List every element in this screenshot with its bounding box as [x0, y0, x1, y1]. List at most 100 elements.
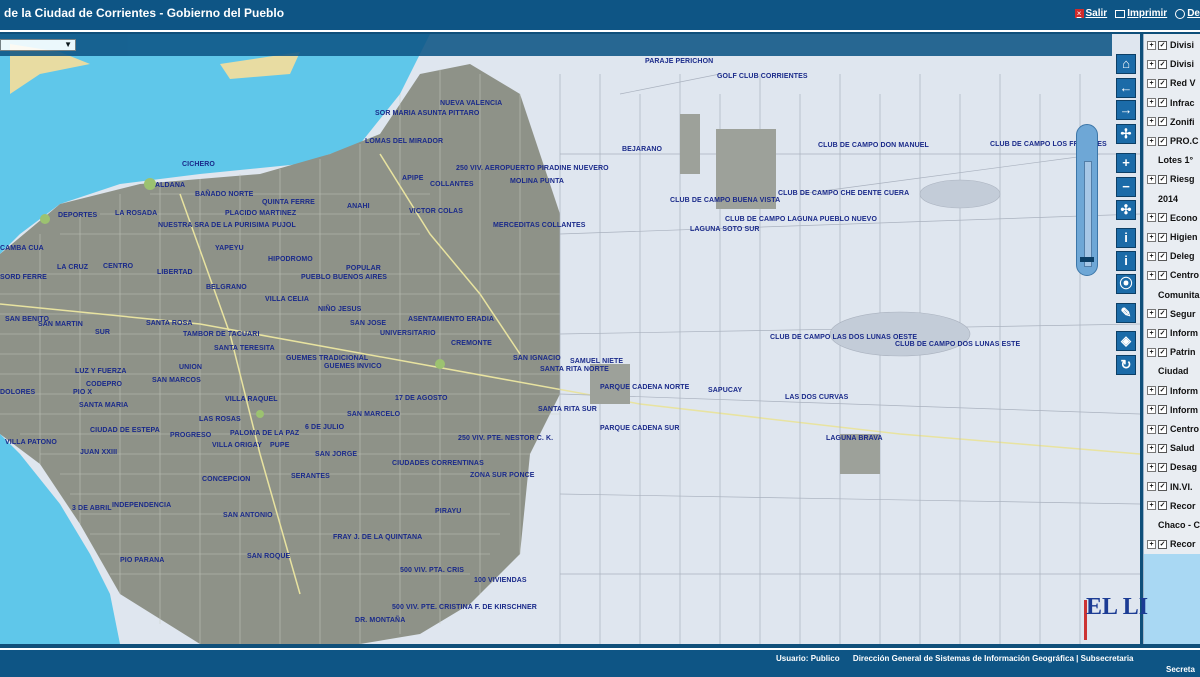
- extra-link[interactable]: De: [1175, 8, 1200, 19]
- expand-icon[interactable]: +: [1147, 405, 1156, 414]
- layer-checkbox[interactable]: ✓: [1158, 79, 1167, 88]
- zoom-in-button[interactable]: +: [1116, 153, 1136, 173]
- expand-icon[interactable]: +: [1147, 329, 1156, 338]
- expand-icon[interactable]: +: [1147, 98, 1156, 107]
- layer-checkbox[interactable]: ✓: [1158, 463, 1167, 472]
- expand-icon[interactable]: +: [1147, 309, 1156, 318]
- layer-checkbox[interactable]: ✓: [1158, 501, 1167, 510]
- info-button[interactable]: i: [1116, 228, 1136, 248]
- layer-item[interactable]: 2014: [1144, 192, 1178, 206]
- layer-select[interactable]: ▼: [0, 39, 76, 51]
- expand-icon[interactable]: +: [1147, 482, 1156, 491]
- layer-item[interactable]: +✓Red V: [1144, 76, 1196, 90]
- layer-checkbox[interactable]: ✓: [1158, 233, 1167, 242]
- expand-icon[interactable]: +: [1147, 60, 1156, 69]
- layer-checkbox[interactable]: ✓: [1158, 309, 1167, 318]
- expand-icon[interactable]: +: [1147, 348, 1156, 357]
- layer-item[interactable]: +✓IN.VI.: [1144, 480, 1193, 494]
- layer-item[interactable]: +✓Deleg: [1144, 249, 1195, 263]
- expand-icon[interactable]: +: [1147, 444, 1156, 453]
- layer-item[interactable]: +✓Desag: [1144, 460, 1197, 474]
- expand-icon[interactable]: +: [1147, 41, 1156, 50]
- zoom-out-button[interactable]: −: [1116, 177, 1136, 197]
- layer-item[interactable]: +✓Recor: [1144, 499, 1196, 513]
- fullextent-button[interactable]: ✢: [1116, 124, 1136, 144]
- layer-checkbox[interactable]: ✓: [1158, 175, 1167, 184]
- layer-item[interactable]: +✓Divisi: [1144, 57, 1194, 71]
- layer-checkbox[interactable]: ✓: [1158, 405, 1167, 414]
- forward-button[interactable]: →: [1116, 100, 1136, 120]
- expand-icon[interactable]: +: [1147, 386, 1156, 395]
- expand-icon[interactable]: +: [1147, 252, 1156, 261]
- layer-checkbox[interactable]: ✓: [1158, 386, 1167, 395]
- refresh-button[interactable]: ↻: [1116, 355, 1136, 375]
- layer-item[interactable]: +✓Inform: [1144, 326, 1198, 340]
- paint-button[interactable]: ◈: [1116, 331, 1136, 351]
- expand-icon[interactable]: +: [1147, 117, 1156, 126]
- zoom-out-icon: −: [1122, 179, 1130, 194]
- layer-checkbox[interactable]: ✓: [1158, 117, 1167, 126]
- expand-icon[interactable]: +: [1147, 213, 1156, 222]
- layer-item[interactable]: +✓PRO.C: [1144, 134, 1199, 148]
- zoom-thumb[interactable]: [1080, 257, 1094, 262]
- clock-button[interactable]: ⦿: [1116, 274, 1136, 294]
- map-label: VICTOR COLAS: [409, 208, 463, 215]
- map-label: PROGRESO: [170, 432, 211, 439]
- layer-item[interactable]: +✓Centro: [1144, 268, 1199, 282]
- layer-checkbox[interactable]: ✓: [1158, 252, 1167, 261]
- expand-icon[interactable]: +: [1147, 137, 1156, 146]
- overview-map[interactable]: [1144, 554, 1200, 644]
- layer-checkbox[interactable]: ✓: [1158, 540, 1167, 549]
- expand-icon[interactable]: +: [1147, 425, 1156, 434]
- measure-button[interactable]: ✎: [1116, 303, 1136, 323]
- layer-item[interactable]: +✓Inform: [1144, 384, 1198, 398]
- layer-item[interactable]: +✓Higien: [1144, 230, 1198, 244]
- expand-icon[interactable]: +: [1147, 540, 1156, 549]
- map-label: PLACIDO MARTINEZ: [225, 210, 296, 217]
- layer-item[interactable]: +✓Riesg: [1144, 172, 1195, 186]
- expand-icon[interactable]: +: [1147, 233, 1156, 242]
- back-button[interactable]: ←: [1116, 78, 1136, 98]
- layer-item[interactable]: +✓Centro: [1144, 422, 1199, 436]
- layer-item[interactable]: +✓Divisi: [1144, 38, 1194, 52]
- layer-checkbox[interactable]: ✓: [1158, 60, 1167, 69]
- zoom-slider[interactable]: [1076, 124, 1098, 276]
- zoom-track[interactable]: [1084, 161, 1092, 267]
- layer-checkbox[interactable]: ✓: [1158, 444, 1167, 453]
- map-basemap[interactable]: [0, 34, 1140, 644]
- expand-icon[interactable]: +: [1147, 79, 1156, 88]
- layer-item[interactable]: Lotes 1°: [1144, 153, 1193, 167]
- layer-item[interactable]: Chaco - C: [1144, 518, 1200, 532]
- layer-checkbox[interactable]: ✓: [1158, 425, 1167, 434]
- expand-icon[interactable]: +: [1147, 175, 1156, 184]
- layer-item[interactable]: +✓Infrac: [1144, 96, 1195, 110]
- layer-item[interactable]: Ciudad: [1144, 364, 1189, 378]
- map-label: DR. MONTAÑA: [355, 617, 405, 624]
- home-button[interactable]: ⌂: [1116, 54, 1136, 74]
- layer-item[interactable]: +✓Patrin: [1144, 345, 1196, 359]
- expand-icon[interactable]: +: [1147, 463, 1156, 472]
- layer-checkbox[interactable]: ✓: [1158, 482, 1167, 491]
- layer-item[interactable]: +✓Zonifi: [1144, 115, 1195, 129]
- expand-icon[interactable]: +: [1147, 271, 1156, 280]
- layer-item[interactable]: +✓Segur: [1144, 307, 1196, 321]
- layer-checkbox[interactable]: ✓: [1158, 329, 1167, 338]
- map-label: SOR MARIA ASUNTA PITTARO: [375, 110, 479, 117]
- logout-link[interactable]: ×Salir: [1075, 8, 1108, 19]
- layer-item[interactable]: +✓Econo: [1144, 211, 1198, 225]
- layer-item[interactable]: Comunitar: [1144, 288, 1200, 302]
- layer-item[interactable]: +✓Recor: [1144, 537, 1196, 551]
- layer-checkbox[interactable]: ✓: [1158, 41, 1167, 50]
- layer-checkbox[interactable]: ✓: [1158, 213, 1167, 222]
- pan-button[interactable]: ✣: [1116, 200, 1136, 220]
- map-canvas[interactable]: ▼ PARAJE PERICHONGOLF CLUB CORRIENTESNUE…: [0, 34, 1140, 644]
- layer-checkbox[interactable]: ✓: [1158, 271, 1167, 280]
- layer-checkbox[interactable]: ✓: [1158, 348, 1167, 357]
- identify-button[interactable]: i: [1116, 251, 1136, 271]
- print-link[interactable]: Imprimir: [1115, 8, 1167, 19]
- layer-item[interactable]: +✓Salud: [1144, 441, 1195, 455]
- layer-checkbox[interactable]: ✓: [1158, 137, 1167, 146]
- expand-icon[interactable]: +: [1147, 501, 1156, 510]
- layer-item[interactable]: +✓Inform: [1144, 403, 1198, 417]
- layer-checkbox[interactable]: ✓: [1158, 98, 1167, 107]
